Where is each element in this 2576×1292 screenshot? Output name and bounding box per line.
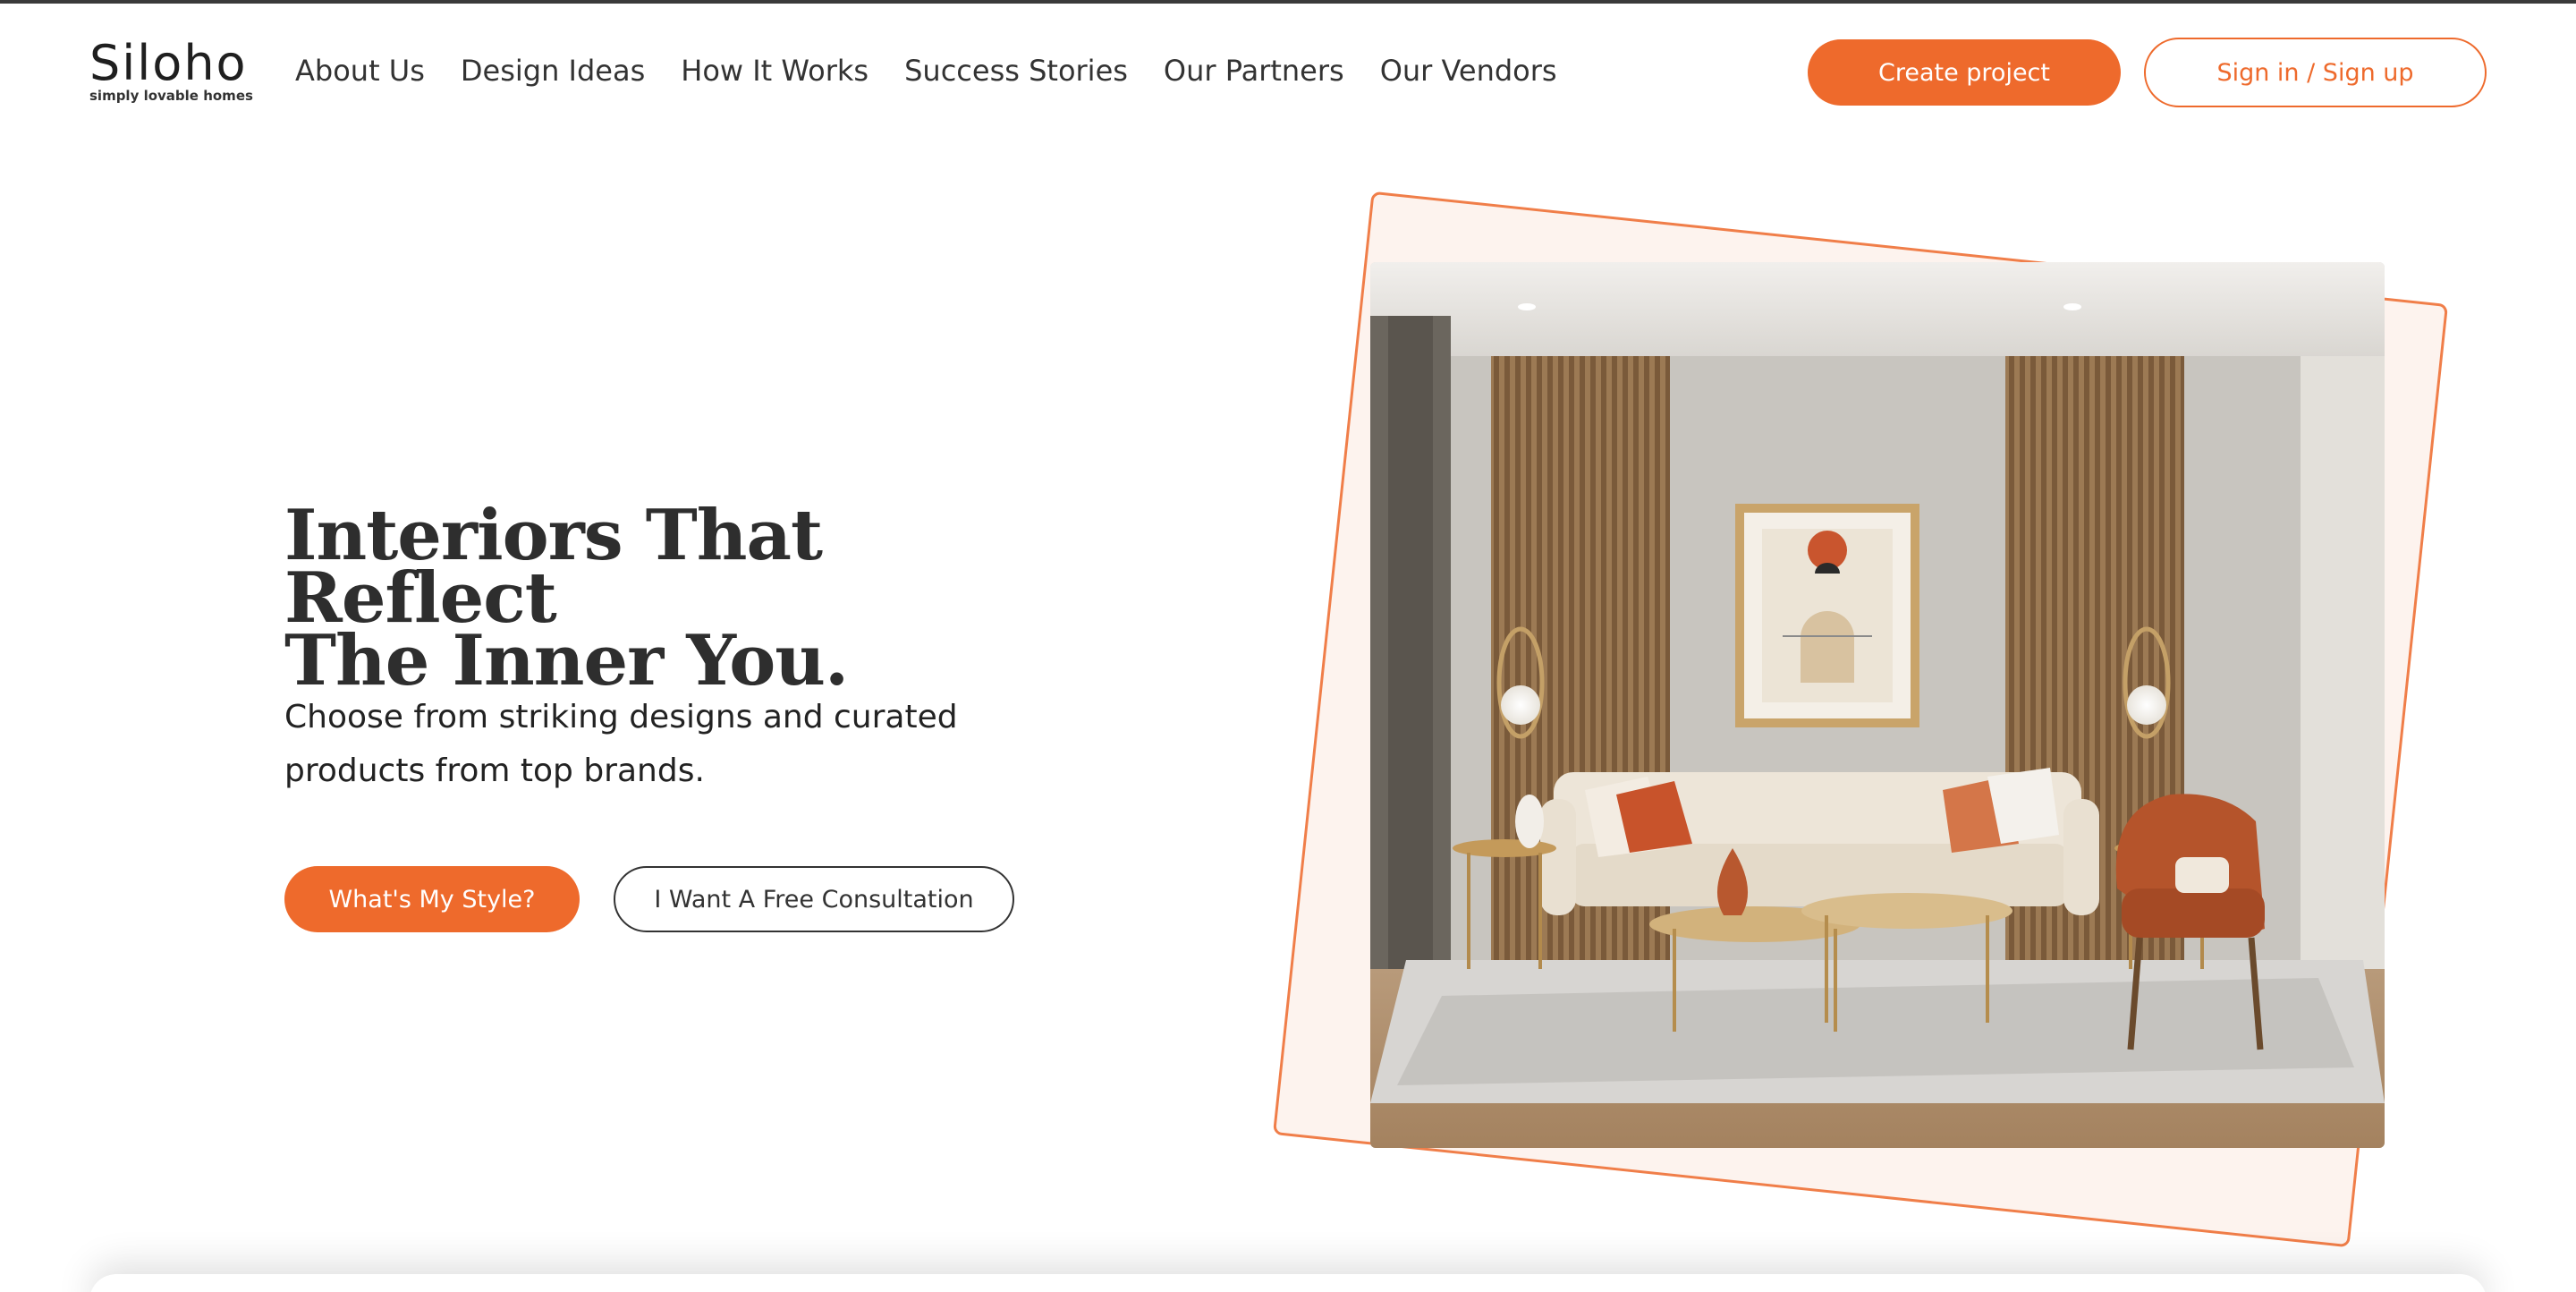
nav-how-it-works[interactable]: How It Works — [681, 54, 869, 88]
living-room-image — [1370, 262, 2385, 1148]
hero-subtitle-line-2: products from top brands. — [284, 752, 705, 789]
main-nav: About Us Design Ideas How It Works Succe… — [295, 54, 1557, 88]
sign-in-button[interactable]: Sign in / Sign up — [2144, 38, 2487, 107]
nav-our-partners[interactable]: Our Partners — [1164, 54, 1344, 88]
nav-success-stories[interactable]: Success Stories — [904, 54, 1128, 88]
nav-our-vendors[interactable]: Our Vendors — [1380, 54, 1557, 88]
hero-subtitle: Choose from striking designs and curated… — [284, 691, 1089, 798]
hero-title-line-1: Interiors That Reflect — [284, 495, 823, 639]
hero-title-line-2: The Inner You. — [284, 620, 849, 701]
site-header: Siloho simply lovable homes About Us Des… — [0, 4, 2576, 138]
logo[interactable]: Siloho simply lovable homes — [89, 35, 253, 105]
next-section-card — [89, 1274, 2487, 1292]
free-consultation-button[interactable]: I Want A Free Consultation — [614, 866, 1014, 932]
nav-design-ideas[interactable]: Design Ideas — [461, 54, 645, 88]
create-project-button[interactable]: Create project — [1808, 39, 2121, 106]
hero-subtitle-line-1: Choose from striking designs and curated — [284, 699, 958, 735]
browser-window: Siloho simply lovable homes About Us Des… — [0, 0, 2576, 1292]
living-room-illustration — [1370, 262, 2385, 1148]
logo-tagline: simply lovable homes — [89, 88, 253, 104]
logo-wordmark: Siloho — [89, 35, 248, 91]
nav-about-us[interactable]: About Us — [295, 54, 425, 88]
hero-title: Interiors That Reflect The Inner You. — [284, 495, 1089, 701]
whats-my-style-button[interactable]: What's My Style? — [284, 866, 580, 932]
